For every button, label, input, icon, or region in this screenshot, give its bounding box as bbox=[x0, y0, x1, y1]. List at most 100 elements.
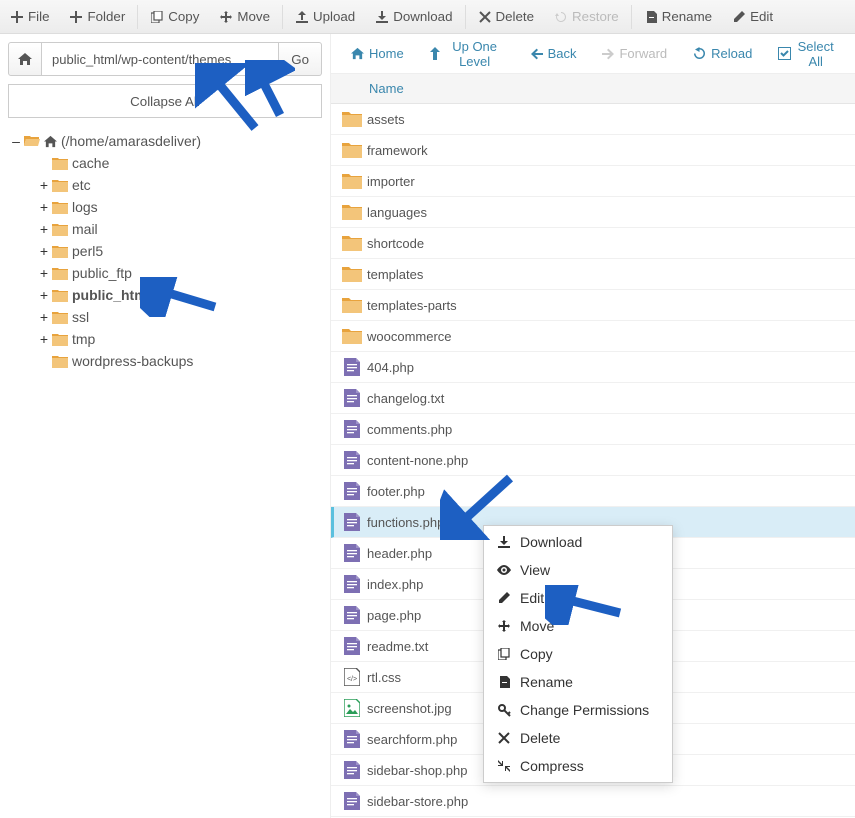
expand-icon[interactable]: + bbox=[38, 287, 52, 303]
file-row[interactable]: changelog.txt bbox=[331, 383, 855, 414]
file-row[interactable]: sidebar-store.php bbox=[331, 786, 855, 817]
delete-label: Delete bbox=[496, 9, 535, 24]
file-name: woocommerce bbox=[367, 329, 452, 344]
file-icon bbox=[337, 699, 367, 717]
nav-select-all-label: Select All bbox=[796, 39, 835, 69]
file-name: footer.php bbox=[367, 484, 425, 499]
go-button[interactable]: Go bbox=[279, 42, 322, 76]
tree-item-cache[interactable]: cache bbox=[8, 152, 322, 174]
tree-root[interactable]: – (/home/amarasdeliver) bbox=[8, 130, 322, 152]
tree-item-wordpress-backups[interactable]: wordpress-backups bbox=[8, 350, 322, 372]
nav-home-button[interactable]: Home bbox=[341, 39, 414, 69]
file-row[interactable]: footer.php bbox=[331, 476, 855, 507]
new-file-button[interactable]: File bbox=[0, 0, 59, 34]
cm-rename[interactable]: Rename bbox=[484, 668, 672, 696]
file-row[interactable]: comments.php bbox=[331, 414, 855, 445]
nav-reload-label: Reload bbox=[711, 46, 752, 61]
folder-icon bbox=[52, 245, 68, 258]
file-row[interactable]: 404.php bbox=[331, 352, 855, 383]
path-input[interactable] bbox=[42, 42, 279, 76]
expand-icon[interactable]: + bbox=[38, 331, 52, 347]
tree-item-logs[interactable]: +logs bbox=[8, 196, 322, 218]
divider bbox=[631, 5, 632, 29]
tree-item-public_html[interactable]: +public_html bbox=[8, 284, 322, 306]
new-file-label: File bbox=[28, 9, 49, 24]
move-button[interactable]: Move bbox=[209, 0, 280, 34]
download-icon bbox=[375, 10, 389, 24]
sidebar: Go Collapse All – (/home/amarasdeliver) … bbox=[0, 34, 330, 818]
path-home-button[interactable] bbox=[8, 42, 42, 76]
file-icon: </> bbox=[337, 668, 367, 686]
nav-toolbar: Home Up One Level Back Forward Reload Se… bbox=[331, 34, 855, 74]
file-row[interactable]: templates-parts bbox=[331, 290, 855, 321]
expand-icon[interactable]: + bbox=[38, 199, 52, 215]
download-icon bbox=[496, 536, 512, 548]
main-toolbar: File Folder Copy Move Upload Download De… bbox=[0, 0, 855, 34]
file-name: changelog.txt bbox=[367, 391, 444, 406]
cm-delete[interactable]: Delete bbox=[484, 724, 672, 752]
file-row[interactable]: framework bbox=[331, 135, 855, 166]
expand-icon[interactable]: + bbox=[38, 221, 52, 237]
file-row[interactable]: content-none.php bbox=[331, 445, 855, 476]
file-icon bbox=[337, 544, 367, 562]
new-folder-button[interactable]: Folder bbox=[59, 0, 135, 34]
move-icon bbox=[496, 620, 512, 632]
nav-select-all-button[interactable]: Select All bbox=[768, 39, 845, 69]
collapse-icon[interactable]: – bbox=[10, 133, 24, 149]
file-name: languages bbox=[367, 205, 427, 220]
expand-icon[interactable]: + bbox=[38, 243, 52, 259]
nav-back-button[interactable]: Back bbox=[521, 39, 587, 69]
tree-item-mail[interactable]: +mail bbox=[8, 218, 322, 240]
nav-up-label: Up One Level bbox=[445, 39, 505, 69]
cm-change-permissions[interactable]: Change Permissions bbox=[484, 696, 672, 724]
file-row[interactable]: importer bbox=[331, 166, 855, 197]
home-icon bbox=[351, 47, 364, 60]
file-row[interactable]: templates bbox=[331, 259, 855, 290]
folder-icon bbox=[52, 311, 68, 324]
file-name: shortcode bbox=[367, 236, 424, 251]
expand-icon[interactable]: + bbox=[38, 309, 52, 325]
file-name: importer bbox=[367, 174, 415, 189]
file-name: templates bbox=[367, 267, 423, 282]
file-name: page.php bbox=[367, 608, 421, 623]
tree-item-public_ftp[interactable]: +public_ftp bbox=[8, 262, 322, 284]
nav-back-label: Back bbox=[548, 46, 577, 61]
cm-copy[interactable]: Copy bbox=[484, 640, 672, 668]
cm-permissions-label: Change Permissions bbox=[520, 702, 649, 718]
file-row[interactable]: assets bbox=[331, 104, 855, 135]
divider bbox=[137, 5, 138, 29]
rename-button[interactable]: Rename bbox=[634, 0, 722, 34]
expand-icon[interactable]: + bbox=[38, 265, 52, 281]
nav-reload-button[interactable]: Reload bbox=[683, 39, 762, 69]
file-icon bbox=[337, 730, 367, 748]
expand-icon[interactable]: + bbox=[38, 177, 52, 193]
file-row[interactable]: languages bbox=[331, 197, 855, 228]
nav-up-button[interactable]: Up One Level bbox=[420, 39, 515, 69]
tree-item-ssl[interactable]: +ssl bbox=[8, 306, 322, 328]
file-name: templates-parts bbox=[367, 298, 457, 313]
cm-view[interactable]: View bbox=[484, 556, 672, 584]
folder-icon bbox=[337, 328, 367, 344]
move-icon bbox=[219, 10, 233, 24]
upload-button[interactable]: Upload bbox=[285, 0, 365, 34]
cm-copy-label: Copy bbox=[520, 646, 553, 662]
cm-move[interactable]: Move bbox=[484, 612, 672, 640]
tree-item-tmp[interactable]: +tmp bbox=[8, 328, 322, 350]
file-name: sidebar-store.php bbox=[367, 794, 468, 809]
collapse-all-button[interactable]: Collapse All bbox=[8, 84, 322, 118]
file-name: comments.php bbox=[367, 422, 452, 437]
file-row[interactable]: woocommerce bbox=[331, 321, 855, 352]
tree-item-etc[interactable]: +etc bbox=[8, 174, 322, 196]
column-header-name[interactable]: Name bbox=[331, 74, 855, 104]
cm-edit[interactable]: Edit bbox=[484, 584, 672, 612]
pencil-icon bbox=[496, 592, 512, 604]
edit-button[interactable]: Edit bbox=[722, 0, 783, 34]
rename-icon bbox=[496, 676, 512, 688]
file-row[interactable]: shortcode bbox=[331, 228, 855, 259]
cm-download[interactable]: Download bbox=[484, 528, 672, 556]
tree-item-perl5[interactable]: +perl5 bbox=[8, 240, 322, 262]
cm-compress[interactable]: Compress bbox=[484, 752, 672, 780]
copy-button[interactable]: Copy bbox=[140, 0, 209, 34]
delete-button[interactable]: Delete bbox=[468, 0, 545, 34]
download-button[interactable]: Download bbox=[365, 0, 462, 34]
